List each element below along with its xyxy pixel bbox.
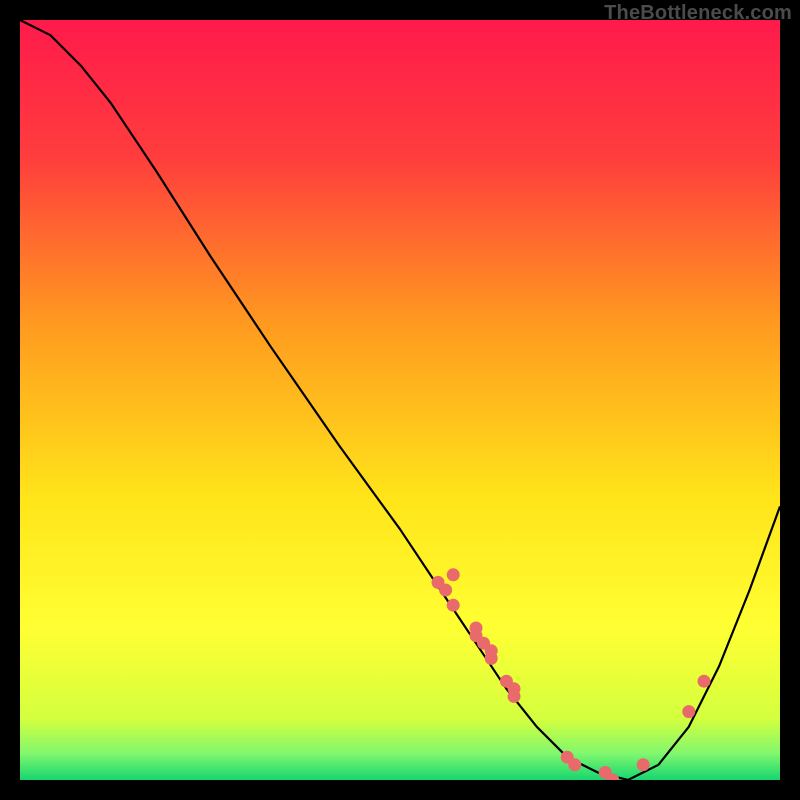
bottleneck-chart — [20, 20, 780, 780]
sample-point — [439, 584, 452, 597]
sample-point — [682, 705, 695, 718]
sample-point — [447, 568, 460, 581]
sample-point — [568, 758, 581, 771]
sample-point — [470, 622, 483, 635]
sample-point — [637, 758, 650, 771]
sample-point — [485, 644, 498, 657]
sample-point — [508, 690, 521, 703]
sample-point — [698, 675, 711, 688]
sample-point — [447, 599, 460, 612]
chart-background — [20, 20, 780, 780]
